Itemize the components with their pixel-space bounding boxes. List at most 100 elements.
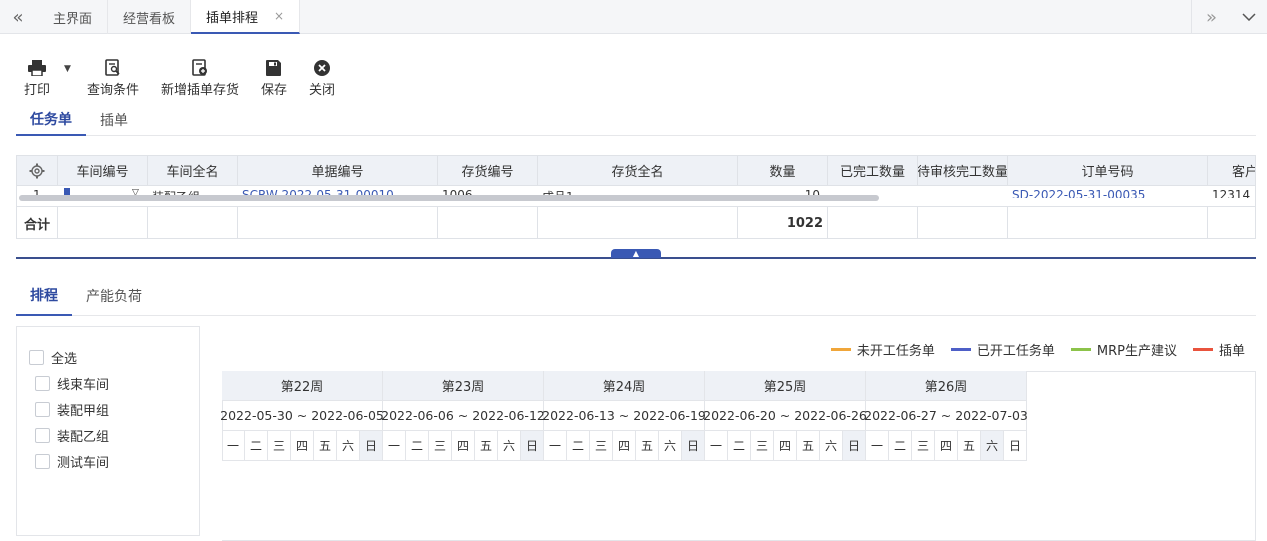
checkbox[interactable] bbox=[35, 428, 50, 443]
legend-item: 已开工任务单 bbox=[950, 340, 1055, 359]
settings-gear-icon[interactable] bbox=[17, 156, 58, 185]
collapse-up-icon[interactable]: ▲ bbox=[611, 249, 661, 258]
weekday-row: 一 二 三 四 五 六 日 bbox=[866, 431, 1026, 461]
tab-dashboard[interactable]: 经营看板 bbox=[108, 0, 192, 34]
legend-item: 未开工任务单 bbox=[830, 340, 935, 359]
tab-label: 插单排程 bbox=[206, 10, 259, 26]
empty-cell bbox=[538, 207, 738, 238]
legend-item: 插单 bbox=[1192, 340, 1245, 359]
workshop-checkbox[interactable]: 线束车间 bbox=[35, 374, 109, 393]
tab-insert-orders[interactable]: 插单 bbox=[86, 104, 142, 136]
column-header[interactable]: 订单号码 bbox=[1008, 156, 1208, 185]
order-no-link[interactable]: SD-2022-05-31-00035 bbox=[1008, 186, 1208, 198]
document-add-icon bbox=[192, 58, 208, 76]
column-header[interactable]: 车间编号 bbox=[58, 156, 148, 185]
close-button[interactable]: 关闭 bbox=[309, 58, 335, 98]
weekday: 二 bbox=[889, 431, 912, 461]
weekday: 一 bbox=[544, 431, 567, 461]
top-tab-bar: « 主界面 经营看板 插单排程 × » bbox=[0, 0, 1267, 34]
close-label: 关闭 bbox=[308, 83, 335, 98]
weekday: 一 bbox=[383, 431, 406, 461]
workshop-checkbox[interactable]: 装配乙组 bbox=[35, 426, 109, 445]
close-icon[interactable]: × bbox=[274, 9, 284, 23]
weekday: 六 bbox=[981, 431, 1004, 461]
weekday: 日 bbox=[682, 431, 704, 461]
weekday: 四 bbox=[291, 431, 314, 461]
week-name: 第23周 bbox=[383, 371, 543, 401]
column-header[interactable]: 车间全名 bbox=[148, 156, 238, 185]
weekday: 一 bbox=[222, 431, 245, 461]
empty-cell bbox=[918, 207, 1008, 238]
save-label: 保存 bbox=[260, 83, 287, 98]
double-chevron-right-icon[interactable]: » bbox=[1191, 0, 1231, 34]
tab-home[interactable]: 主界面 bbox=[38, 0, 109, 34]
tab-task-orders[interactable]: 任务单 bbox=[16, 104, 86, 136]
lower-tabs: 排程 产能负荷 bbox=[16, 276, 1256, 316]
printer-icon bbox=[28, 58, 46, 76]
column-header[interactable]: 存货全名 bbox=[538, 156, 738, 185]
checkbox[interactable] bbox=[35, 402, 50, 417]
column-header[interactable]: 数量 bbox=[738, 156, 828, 185]
checkbox[interactable] bbox=[35, 376, 50, 391]
weekday: 日 bbox=[843, 431, 865, 461]
checkbox-label: 测试车间 bbox=[57, 456, 110, 471]
tab-insert-order-scheduling[interactable]: 插单排程 × bbox=[191, 0, 301, 34]
save-button[interactable]: 保存 bbox=[261, 58, 287, 98]
weekday: 四 bbox=[613, 431, 636, 461]
checkbox[interactable] bbox=[35, 454, 50, 469]
column-header[interactable]: 待审核完工数量 bbox=[918, 156, 1008, 185]
legend-label: 未开工任务单 bbox=[856, 344, 935, 359]
column-header[interactable]: 存货编号 bbox=[438, 156, 538, 185]
print-button[interactable]: 打印 bbox=[24, 58, 50, 98]
checkbox[interactable] bbox=[29, 350, 44, 365]
weekday: 日 bbox=[1004, 431, 1026, 461]
weekday: 六 bbox=[337, 431, 360, 461]
week-column: 第22周 2022-05-30 ~ 2022-06-05 一 二 三 四 五 六… bbox=[220, 371, 384, 461]
tab-schedule[interactable]: 排程 bbox=[16, 276, 72, 316]
checkbox-label: 装配甲组 bbox=[57, 404, 110, 419]
weekday: 二 bbox=[728, 431, 751, 461]
empty-cell bbox=[828, 207, 918, 238]
weekday: 四 bbox=[452, 431, 475, 461]
workshop-checkbox[interactable]: 测试车间 bbox=[35, 452, 109, 471]
column-header[interactable]: 单据编号 bbox=[238, 156, 438, 185]
chevron-down-icon[interactable] bbox=[1231, 0, 1267, 34]
week-range: 2022-06-20 ~ 2022-06-26 bbox=[703, 401, 867, 431]
add-stock-label: 新增插单存货 bbox=[160, 83, 239, 98]
add-insert-stock-button[interactable]: 新增插单存货 bbox=[161, 58, 239, 98]
weekday: 二 bbox=[567, 431, 590, 461]
weekday-row: 一 二 三 四 五 六 日 bbox=[705, 431, 865, 461]
week-range: 2022-06-13 ~ 2022-06-19 bbox=[542, 401, 706, 431]
weekday: 日 bbox=[521, 431, 543, 461]
upper-tabs: 任务单 插单 bbox=[16, 104, 1256, 136]
close-circle-icon bbox=[313, 58, 330, 76]
weekday: 三 bbox=[268, 431, 291, 461]
select-all-checkbox[interactable]: 全选 bbox=[29, 348, 77, 367]
empty-cell bbox=[58, 207, 148, 238]
weekday: 五 bbox=[636, 431, 659, 461]
week-range: 2022-06-06 ~ 2022-06-12 bbox=[381, 401, 545, 431]
checkbox-label: 装配乙组 bbox=[57, 430, 110, 445]
legend-label: 插单 bbox=[1218, 344, 1245, 359]
week-range: 2022-05-30 ~ 2022-06-05 bbox=[220, 401, 384, 431]
horizontal-scrollbar[interactable] bbox=[19, 195, 879, 201]
query-conditions-button[interactable]: 查询条件 bbox=[87, 58, 139, 98]
checkbox-label: 线束车间 bbox=[57, 378, 110, 393]
week-range: 2022-06-27 ~ 2022-07-03 bbox=[864, 401, 1028, 431]
weekday: 二 bbox=[245, 431, 268, 461]
week-name: 第26周 bbox=[866, 371, 1026, 401]
tab-label: 经营看板 bbox=[123, 11, 176, 27]
legend-swatch bbox=[950, 348, 971, 351]
empty-cell bbox=[1008, 207, 1208, 238]
week-name: 第22周 bbox=[222, 371, 382, 401]
double-chevron-left-icon[interactable]: « bbox=[0, 0, 36, 34]
page-tabs: 主界面 经营看板 插单排程 × bbox=[38, 0, 301, 34]
total-label: 合计 bbox=[17, 207, 58, 238]
column-header[interactable]: 已完工数量 bbox=[828, 156, 918, 185]
workshop-checkbox[interactable]: 装配甲组 bbox=[35, 400, 109, 419]
tab-capacity-load[interactable]: 产能负荷 bbox=[72, 276, 156, 316]
week-column: 第24周 2022-06-13 ~ 2022-06-19 一 二 三 四 五 六… bbox=[542, 371, 706, 461]
column-header[interactable]: 客户 bbox=[1208, 156, 1255, 185]
week-column: 第25周 2022-06-20 ~ 2022-06-26 一 二 三 四 五 六… bbox=[703, 371, 867, 461]
caret-down-icon[interactable]: ▼ bbox=[64, 64, 71, 98]
